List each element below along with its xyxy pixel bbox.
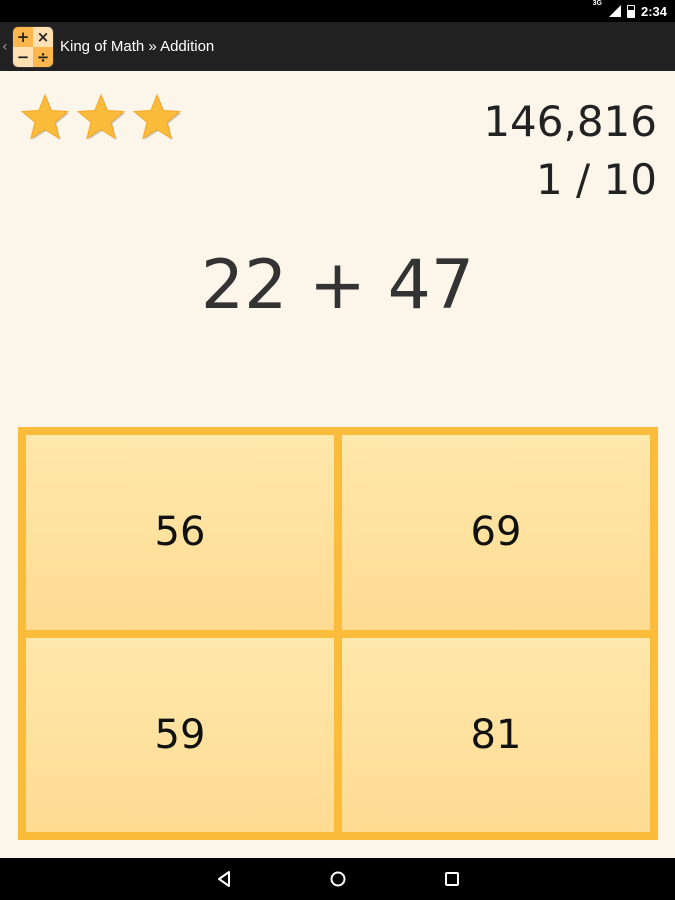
times-icon: × — [33, 26, 53, 47]
battery-icon — [626, 4, 635, 18]
minus-icon: − — [13, 46, 33, 67]
recents-icon[interactable] — [437, 864, 467, 894]
game-screen: 146,816 1 / 10 22 + 47 56 69 59 81 — [0, 71, 675, 858]
question-progress: 1 / 10 — [535, 155, 657, 204]
star-rating — [20, 93, 182, 143]
score-panel: 146,816 1 / 10 — [483, 93, 657, 209]
app-icon[interactable]: + × − ÷ — [12, 25, 54, 68]
answer-button-4[interactable]: 81 — [342, 637, 650, 832]
clock: 2:34 — [640, 3, 667, 19]
answer-button-2[interactable]: 69 — [342, 435, 650, 630]
answer-button-3[interactable]: 59 — [26, 637, 334, 832]
answer-grid: 56 69 59 81 — [18, 427, 658, 840]
signal-icon — [608, 5, 621, 17]
answer-button-1[interactable]: 56 — [26, 435, 334, 630]
divide-icon: ÷ — [33, 46, 53, 67]
action-bar: ‹ + × − ÷ King of Math » Addition — [0, 22, 675, 71]
up-chevron-icon[interactable]: ‹ — [2, 39, 12, 55]
status-bar: 3G 2:34 — [0, 0, 675, 22]
star-icon — [20, 93, 70, 140]
star-icon — [132, 93, 182, 140]
navigation-bar — [0, 858, 675, 900]
screen-title: King of Math » Addition — [60, 38, 215, 55]
score-value: 146,816 — [483, 97, 657, 146]
back-icon[interactable] — [209, 864, 239, 894]
star-icon — [76, 93, 126, 140]
math-question: 22 + 47 — [200, 246, 475, 325]
network-type: 3G — [592, 0, 602, 7]
home-icon[interactable] — [323, 864, 353, 894]
plus-icon: + — [13, 26, 33, 47]
